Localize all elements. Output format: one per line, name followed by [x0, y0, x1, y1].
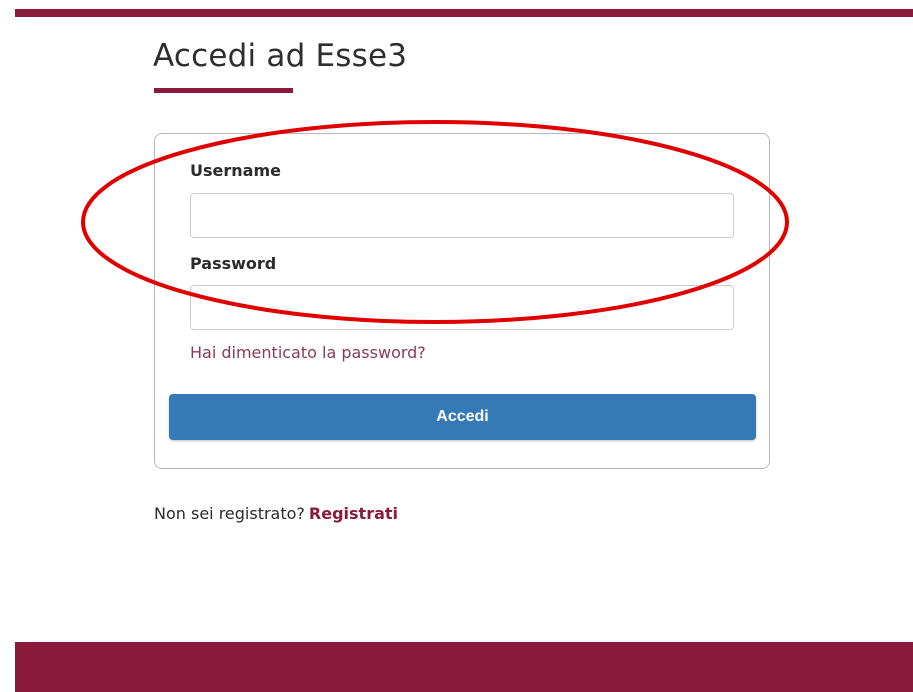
forgot-password-link[interactable]: Hai dimenticato la password?	[190, 343, 426, 362]
password-input[interactable]	[190, 285, 734, 330]
footer-bar	[15, 642, 913, 692]
register-prompt: Non sei registrato? Registrati	[154, 504, 398, 523]
register-prompt-text: Non sei registrato?	[154, 504, 305, 523]
password-label: Password	[190, 254, 277, 273]
page-title: Accedi ad Esse3	[153, 38, 408, 74]
login-button[interactable]: Accedi	[169, 394, 756, 440]
top-brand-bar	[15, 9, 913, 17]
username-input[interactable]	[190, 193, 734, 238]
username-label: Username	[190, 161, 281, 180]
register-link[interactable]: Registrati	[309, 504, 398, 523]
title-underline	[154, 88, 293, 93]
